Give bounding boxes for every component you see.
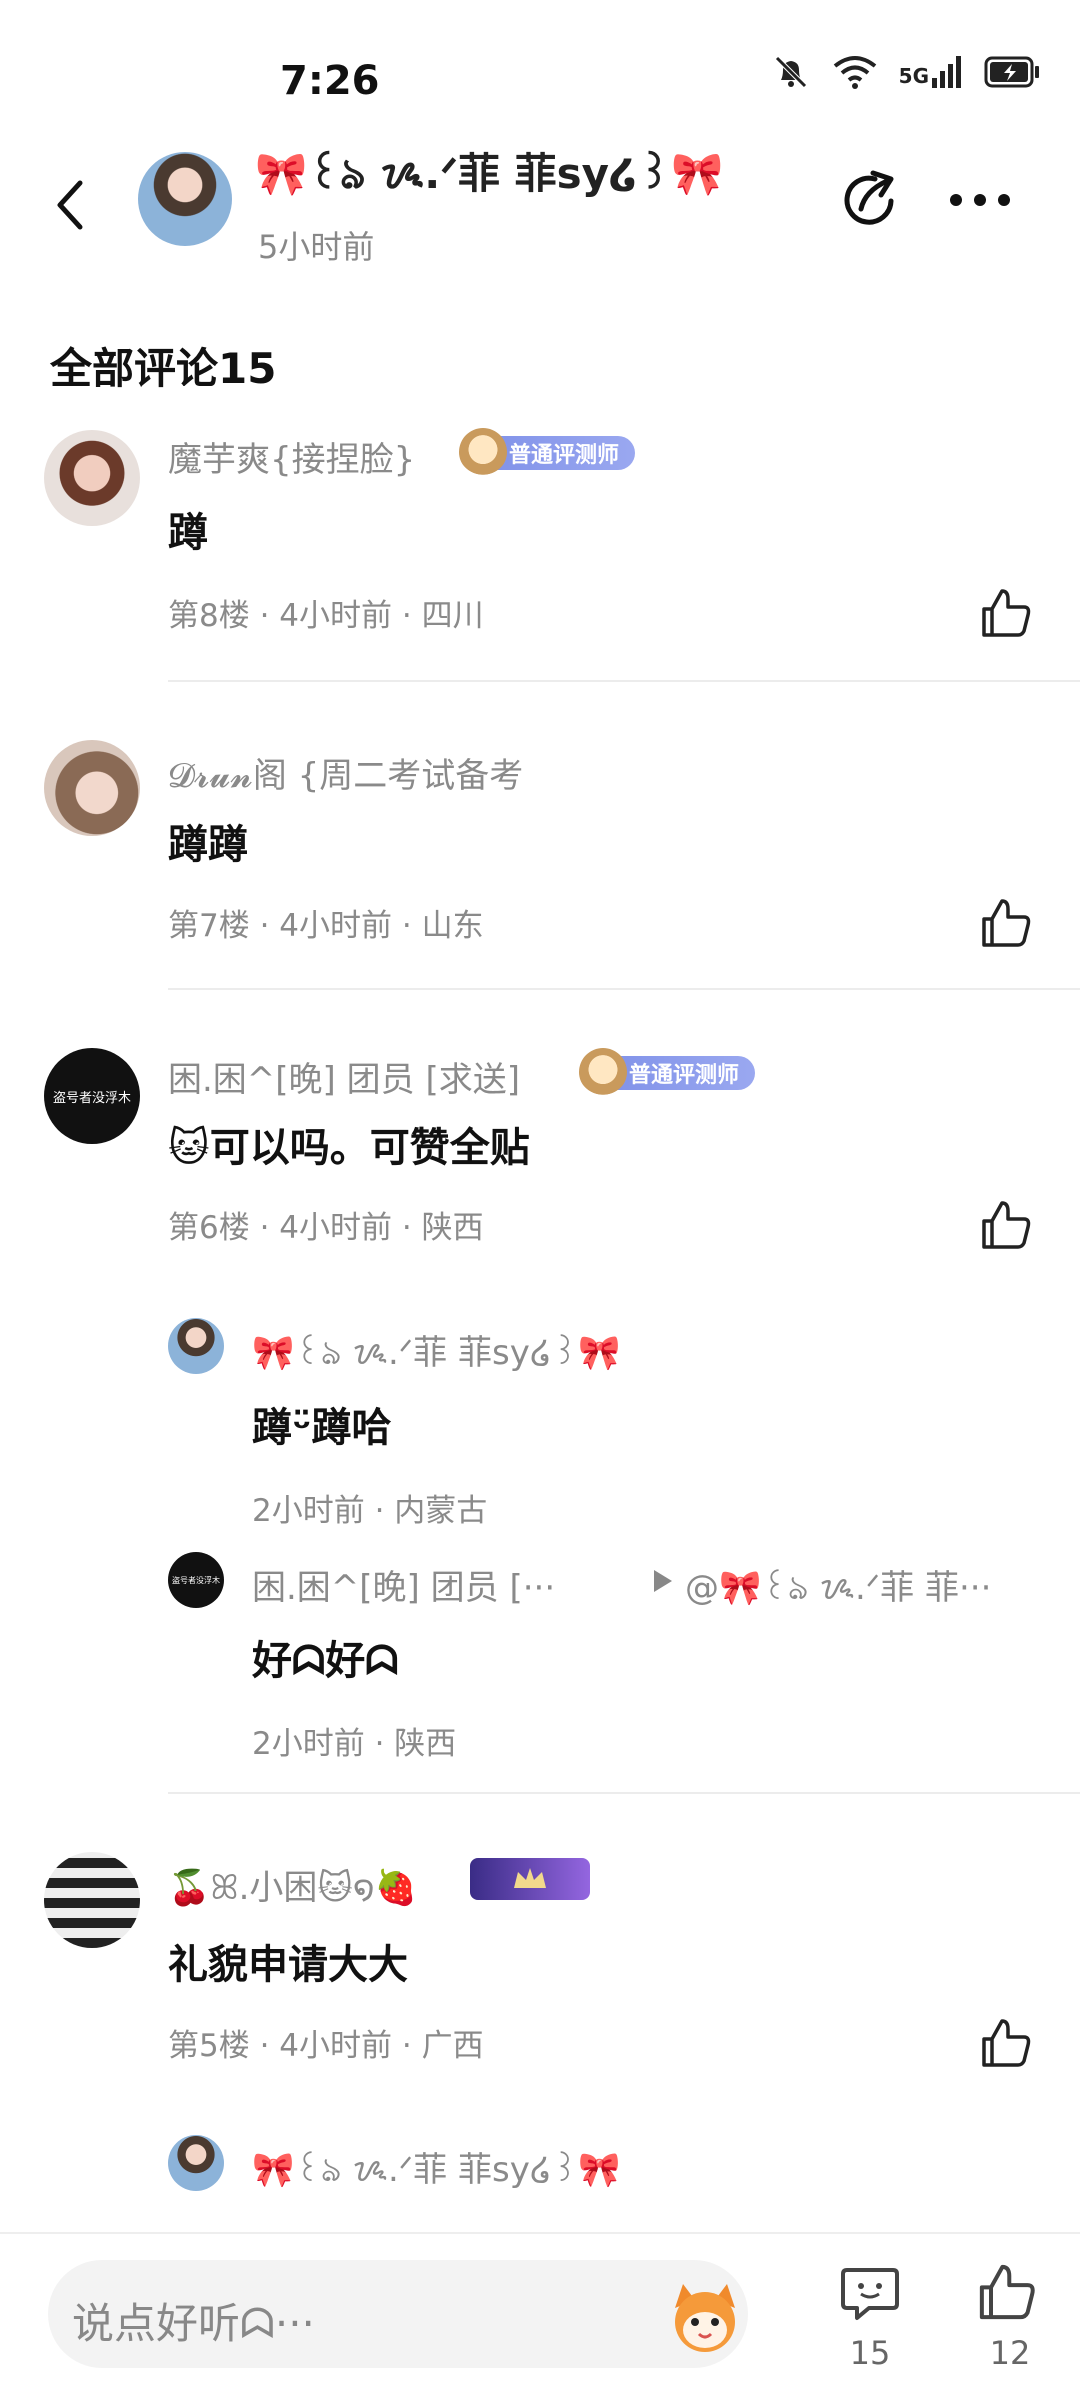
like-count: 12 xyxy=(989,2334,1031,2372)
comment-username[interactable]: 困.困^[晚] 团员 [求送] xyxy=(168,1052,520,1101)
chevron-left-icon xyxy=(57,180,83,230)
author-avatar[interactable] xyxy=(138,152,232,246)
comment-username[interactable]: 𝓓𝓻𝓾𝓷阁 {周二考试备考 xyxy=(168,748,523,797)
comment-avatar[interactable] xyxy=(44,430,140,526)
dot-icon xyxy=(974,194,986,206)
comment-text: 🐱可以吗。可赞全贴 xyxy=(168,1125,530,1171)
mascot-sticker-icon[interactable] xyxy=(665,2278,745,2358)
like-button[interactable] xyxy=(978,895,1034,951)
like-button[interactable] xyxy=(978,1197,1034,1253)
thumbs-up-icon xyxy=(979,2264,1035,2320)
comment-bubble-icon xyxy=(841,2268,899,2320)
battery-charging-icon xyxy=(984,56,1039,88)
comment-meta: 第8楼 · 4小时前 · 四川 xyxy=(168,598,484,634)
comment-count: 15 xyxy=(849,2334,891,2372)
reply-text: 蹲ᵕ̈蹲哈 xyxy=(252,1405,392,1451)
post-like-button[interactable] xyxy=(975,2260,1045,2330)
thumbs-up-icon xyxy=(982,899,1031,947)
reply-meta: 2小时前 · 陕西 xyxy=(252,1726,457,1762)
comment-username[interactable]: 魔芋爽{接捏脸} xyxy=(168,432,415,481)
reply-username[interactable]: 🎀꒰ঌ ᝰ.ᐟ菲 菲sy໒꒱🎀 xyxy=(252,2142,621,2201)
cellular-signal-icon: 5G xyxy=(899,56,962,88)
thumbs-up-icon xyxy=(982,2019,1031,2067)
mute-bell-icon xyxy=(774,56,807,88)
reply-username[interactable]: 🎀꒰ঌ ᝰ.ᐟ菲 菲sy໒꒱🎀 xyxy=(252,1325,621,1384)
reply-arrow-icon xyxy=(654,1570,672,1592)
comment-avatar[interactable]: 盗号者没浮木 xyxy=(44,1048,140,1144)
more-options-button[interactable] xyxy=(945,175,1015,225)
reply-username[interactable]: 困.困^[晚] 团员 [··· xyxy=(252,1560,555,1609)
like-button[interactable] xyxy=(978,585,1034,641)
share-icon xyxy=(844,170,894,225)
comment-divider xyxy=(168,1792,1080,1794)
status-time: 7:26 xyxy=(280,58,380,104)
comment-input-placeholder[interactable]: 说点好听ᗣ··· xyxy=(72,2290,315,2351)
avatar-text: 盗号者没浮木 xyxy=(52,1090,131,1106)
vip-badge xyxy=(470,1858,590,1900)
comments-section-title: 全部评论15 xyxy=(50,344,277,393)
reply-avatar[interactable] xyxy=(168,2135,224,2191)
comment-text: 蹲蹲 xyxy=(168,822,248,868)
reply-avatar[interactable]: 盗号者没浮木 xyxy=(168,1552,224,1608)
back-button[interactable] xyxy=(40,165,100,245)
comment-meta: 第7楼 · 4小时前 · 山东 xyxy=(168,908,484,944)
status-icons: 5G xyxy=(771,52,1040,92)
post-time: 5小时前 xyxy=(258,228,375,266)
comment-text: 蹲 xyxy=(168,510,208,556)
comment-divider xyxy=(168,988,1080,990)
comment-meta: 第6楼 · 4小时前 · 陕西 xyxy=(168,1210,484,1246)
reviewer-badge: 普通评测师 xyxy=(459,428,636,476)
comments-button[interactable] xyxy=(835,2260,905,2330)
author-name[interactable]: 🎀꒰ঌ ᝰ.ᐟ菲 菲sy໒꒱🎀 xyxy=(255,140,723,212)
dot-icon xyxy=(998,194,1010,206)
comment-avatar[interactable] xyxy=(44,1852,140,1948)
thumbs-up-icon xyxy=(982,1201,1031,1249)
comment-divider xyxy=(168,680,1080,682)
network-type: 5G xyxy=(898,64,929,88)
reply-text: 好ᗣ好ᗣ xyxy=(252,1638,399,1684)
badge-avatar-icon xyxy=(459,428,507,476)
reply-meta: 2小时前 · 内蒙古 xyxy=(252,1493,488,1529)
badge-avatar-icon xyxy=(579,1048,627,1096)
comment-username[interactable]: 🍒ꕤ.小困🐱໑🍓 xyxy=(168,1860,417,1909)
comment-avatar[interactable] xyxy=(44,740,140,836)
reviewer-badge: 普通评测师 xyxy=(579,1048,756,1096)
dot-icon xyxy=(950,194,962,206)
comment-meta: 第5楼 · 4小时前 · 广西 xyxy=(168,2028,484,2064)
thumbs-up-icon xyxy=(982,589,1031,637)
share-button[interactable] xyxy=(835,165,905,235)
like-button[interactable] xyxy=(978,2015,1034,2071)
reply-target[interactable]: @🎀꒰ঌ ᝰ.ᐟ菲 菲··· xyxy=(685,1560,991,1619)
reply-avatar[interactable] xyxy=(168,1318,224,1374)
avatar-text: 盗号者没浮木 xyxy=(172,1575,220,1585)
wifi-icon xyxy=(833,56,876,89)
crown-icon xyxy=(514,1868,546,1888)
comment-text: 礼貌申请大大 xyxy=(168,1942,408,1988)
